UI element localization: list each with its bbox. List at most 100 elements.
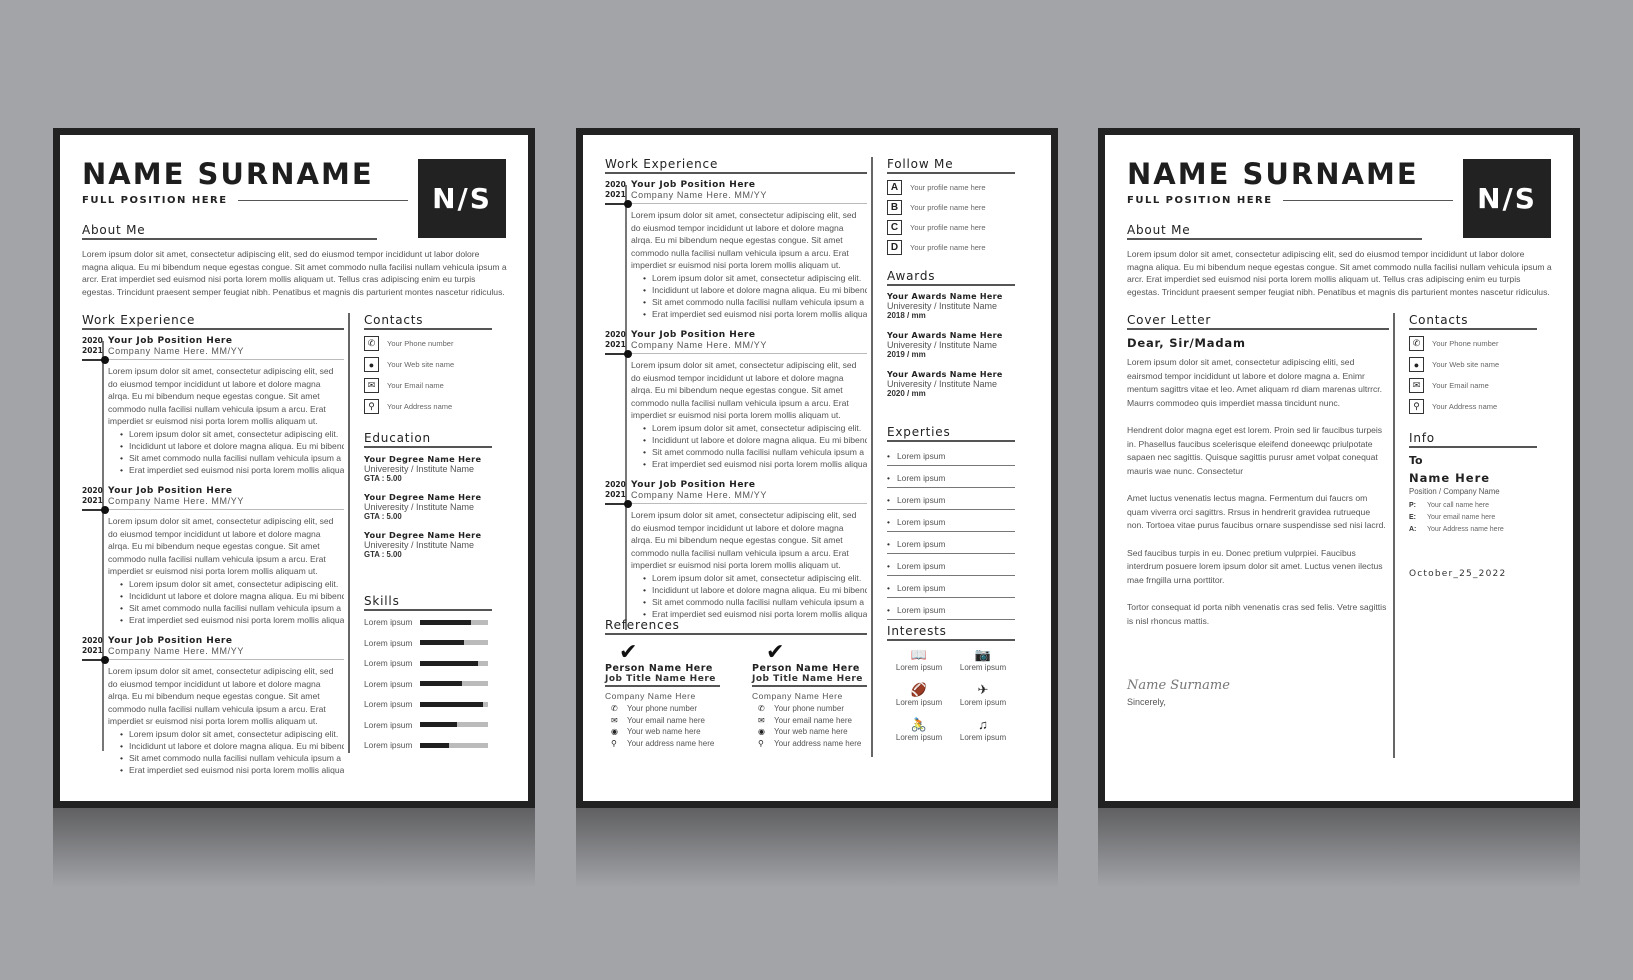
column-divider <box>348 313 350 753</box>
timeline-tick <box>605 352 625 355</box>
institute-name: Univeresity / Institute Name <box>364 464 475 474</box>
info-title: Info <box>1409 431 1537 448</box>
reference-person-name: Person Name Here <box>605 663 713 674</box>
bullet-item: Lorem ipsum dolor sit amet, consectetur … <box>643 422 867 434</box>
skill-label: Lorem ipsum <box>364 699 413 709</box>
cover-letter-title: Cover Letter <box>1127 313 1389 330</box>
reference-web: ◉ Your web name here <box>752 727 867 736</box>
letter-date: October_25_2022 <box>1409 569 1507 579</box>
contacts-section: Contacts ✆ Your Phone number ● Your Web sit… <box>364 313 492 420</box>
education-item: Your Degree Name Here Univeresity / Insti… <box>364 492 492 521</box>
cover-letter-paragraph: Amet luctus venenatis lectus magna. Ferm… <box>1127 493 1386 530</box>
monogram-badge: N/S <box>1463 159 1551 238</box>
reference-web-text: Your web name here <box>627 727 701 736</box>
skill-level-fill <box>420 640 465 645</box>
job-title: Your Job Position Here <box>108 485 233 496</box>
profile-name: Your profile name here <box>910 223 986 232</box>
skill-item: Lorem ipsum <box>364 720 492 730</box>
contact-item: ⚲ Your Address name <box>1409 399 1537 414</box>
profile-name: Your profile name here <box>910 183 986 192</box>
end-year: 2021 <box>605 489 626 499</box>
about-text: Lorem ipsum dolor sit amet, consectetur … <box>82 249 507 297</box>
award-institute: Univeresity / Institute Name <box>887 379 998 389</box>
award-item: Your Awards Name Here Univeresity / Insti… <box>887 370 1015 398</box>
award-year: 2020 / mm <box>887 389 926 398</box>
profile-letter-icon: C <box>887 220 902 235</box>
contact-value: Your email name here <box>1427 514 1496 521</box>
job-entry: 2020 2021 Your Job Position Here Company Na… <box>605 480 867 620</box>
reference-web-text: Your web name here <box>774 727 848 736</box>
job-title: Your Job Position Here <box>108 336 233 346</box>
timeline-dot <box>101 505 109 514</box>
job-summary: Lorem ipsum dolor sit amet, consectetur … <box>108 665 334 727</box>
skills-list: Lorem ipsum Lorem ipsum Lorem ipsum Lorem i… <box>364 617 492 750</box>
degree-name: Your Degree Name Here <box>364 530 482 540</box>
skill-level-bar <box>420 742 488 748</box>
experty-item: Lorem ipsum <box>887 514 1015 532</box>
job-bullets: Lorem ipsum dolor sit amet, consectetur … <box>120 578 344 626</box>
info-section: Info To Name Here Position / Company Nam… <box>1409 431 1537 579</box>
job-description: Lorem ipsum dolor sit amet, consectetur … <box>108 508 344 626</box>
contact-text: Your Phone number <box>1432 339 1499 348</box>
start-year: 2020 <box>605 479 626 489</box>
reference-company: Company Name Here <box>752 691 843 701</box>
job-title: Your Job Position Here <box>108 635 233 646</box>
profile-name: Your profile name here <box>910 243 986 252</box>
reference-address: ⚲ Your address name here <box>752 739 867 748</box>
position-text: FULL POSITION HERE <box>82 195 228 206</box>
timeline-dot <box>624 349 632 358</box>
job-entry: 2020 2021 Your Job Position Here Company Na… <box>82 486 344 626</box>
contacts-title: Contacts <box>364 313 492 330</box>
experty-item: Lorem ipsum <box>887 580 1015 598</box>
profile-name: Your profile name here <box>910 203 986 212</box>
mail-icon: ✉ <box>364 378 379 393</box>
reference-address: ⚲ Your address name here <box>605 739 720 748</box>
end-year: 2021 <box>82 346 103 355</box>
contact-text: Your Email name <box>387 381 444 390</box>
reference-email-text: Your email name here <box>627 715 705 725</box>
bullet-item: Incididunt ut labore et dolore magna ali… <box>643 284 867 296</box>
institute-name: Univeresity / Institute Name <box>364 502 475 512</box>
resume-sheet: Work Experience 2020 2021 Your Job Positio… <box>583 135 1051 801</box>
contact-key: P: <box>1409 502 1416 509</box>
job-list: 2020 2021 Your Job Position Here Company Na… <box>605 180 867 620</box>
skill-level-fill <box>420 681 463 686</box>
contact-text: Your Email name <box>1432 381 1489 390</box>
cycling-icon: 🚴 <box>910 717 928 732</box>
contact-value: Your Address name here <box>1427 526 1504 533</box>
job-bullets: Lorem ipsum dolor sit amet, consectetur … <box>643 572 867 620</box>
experty-item: Lorem ipsum <box>887 448 1015 466</box>
contact-item: ✉ Your Email name <box>364 378 492 393</box>
skill-label: Lorem ipsum <box>364 637 413 648</box>
job-years: 2020 2021 <box>82 636 108 656</box>
recipient-name: Name Here <box>1409 471 1491 485</box>
cover-letter-paragraph: Sed faucibus turpis in eu. Donec pretium… <box>1127 547 1383 585</box>
company-name: Company Name Here. MM/YY <box>108 645 244 656</box>
bullet-item: Incididunt ut labore et dolore magna ali… <box>120 740 344 752</box>
grade: GTA : 5.00 <box>364 474 402 483</box>
company-name: Company Name Here. MM/YY <box>631 339 767 350</box>
skill-level-bar <box>420 701 488 707</box>
degree-name: Your Degree Name Here <box>364 492 482 502</box>
start-year: 2020 <box>82 485 103 495</box>
signature-block: Name Surname Sincerely, <box>1127 678 1389 707</box>
reference-email-text: Your email name here <box>774 715 852 725</box>
closing: Sincerely, <box>1127 697 1166 707</box>
profile-letter-icon: B <box>887 200 902 215</box>
job-title: Your Job Position Here <box>631 479 756 490</box>
award-name: Your Awards Name Here <box>887 331 1003 340</box>
award-item: Your Awards Name Here Univeresity / Insti… <box>887 331 1015 359</box>
contacts-list: ✆ Your Phone number ● Your Web site name ✉ Yo… <box>1409 336 1537 414</box>
bullet-item: Sit amet commodo nulla facilisi nullam v… <box>643 596 867 608</box>
book-icon: 📖 <box>910 647 928 662</box>
interest-label: Lorem ipsum <box>895 733 943 742</box>
follow-title: Follow Me <box>887 157 1015 174</box>
job-description: Lorem ipsum dolor sit amet, consectetur … <box>631 203 867 320</box>
interest-label: Lorem ipsum <box>959 733 1007 742</box>
job-header: 2020 2021 Your Job Position Here Company Na… <box>82 636 344 656</box>
cover-letter-page: NAME SURNAME FULL POSITION HERE N/S Abou… <box>1098 128 1580 888</box>
reference-person-name: Person Name Here <box>752 663 860 674</box>
timeline-dot <box>624 200 632 208</box>
interests-grid: 📖 Lorem ipsum 📷 Lorem ipsum 🏈 Lorem ipsum ✈ Lor… <box>887 647 1015 742</box>
contact-text: Your Web site name <box>387 360 455 369</box>
